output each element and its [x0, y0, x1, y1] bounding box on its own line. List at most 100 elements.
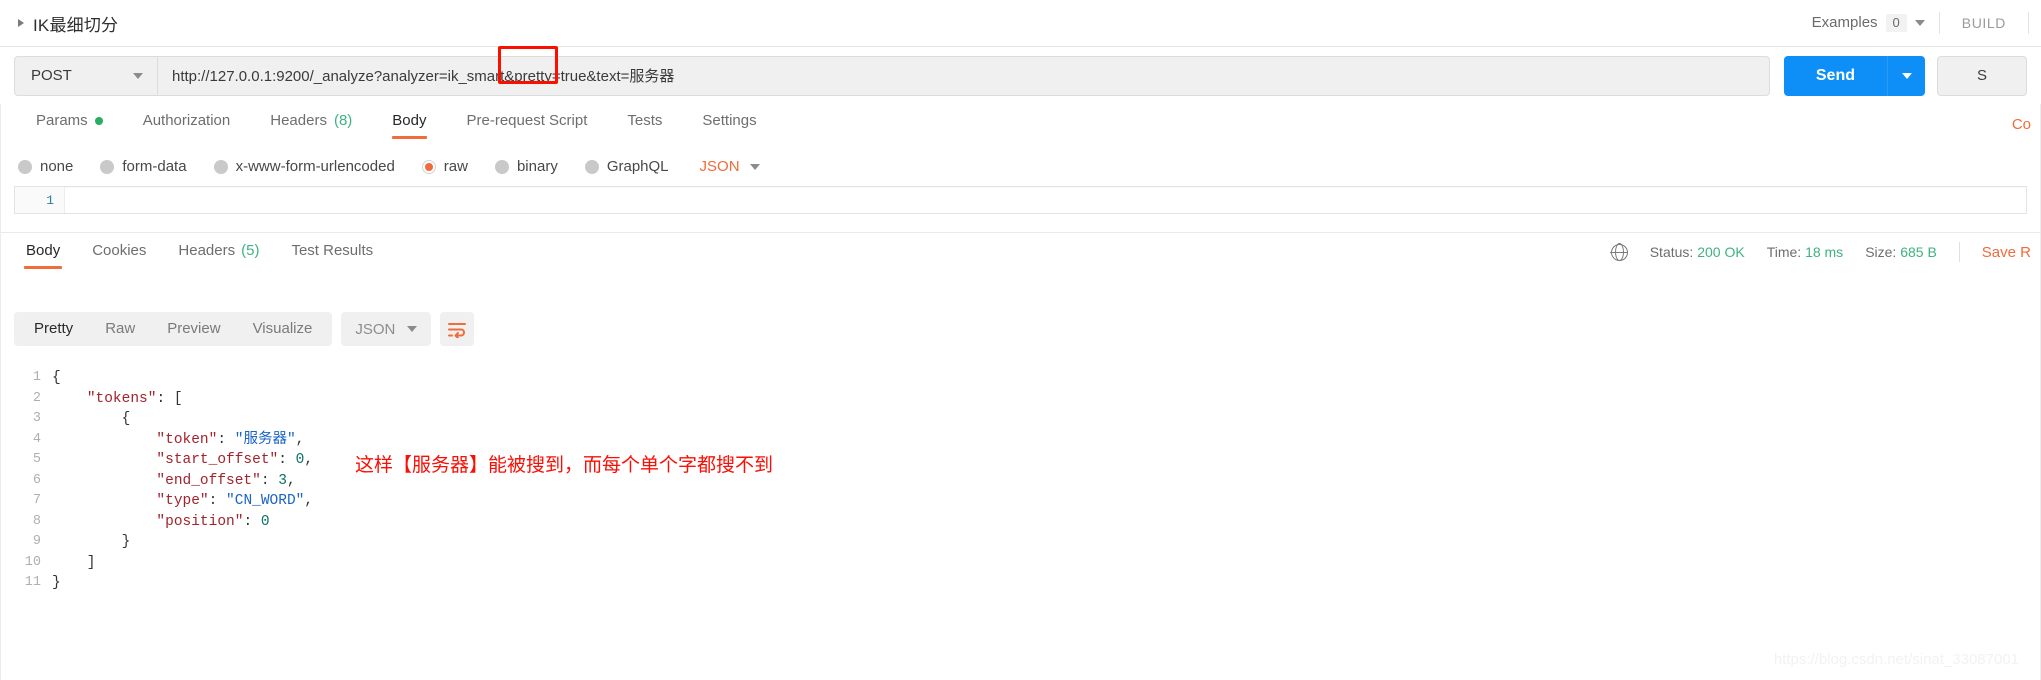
view-raw[interactable]: Raw	[89, 312, 151, 346]
save-button[interactable]: S	[1937, 55, 2027, 96]
meta-divider	[1958, 242, 1960, 262]
request-tabs: Params Authorization Headers (8) Body Pr…	[0, 104, 2041, 147]
response-tab-headers-count: (5)	[241, 242, 260, 259]
code-token: ,	[286, 472, 296, 489]
response-tab-test-results[interactable]: Test Results	[275, 233, 389, 271]
code-line-number: 2	[32, 390, 41, 406]
tab-headers[interactable]: Headers (8)	[250, 104, 372, 142]
code-line: 1{	[0, 368, 2041, 389]
chevron-down-icon[interactable]	[407, 326, 418, 332]
body-type-x-www-form-urlencoded[interactable]: x-www-form-urlencoded	[213, 158, 395, 175]
request-body-editor[interactable]: 1	[14, 186, 2027, 214]
code-line-number: 10	[24, 554, 41, 570]
code-line: 4 "token": "服务器",	[0, 430, 2041, 451]
code-token: "position"	[156, 513, 244, 530]
size-badge: Size: 685 B	[1865, 244, 1937, 260]
code-token: "CN_WORD"	[226, 493, 305, 509]
body-format-value: JSON	[699, 158, 740, 175]
response-body-code[interactable]: 1{2 "tokens": [3 {4 "token": "服务器", 5 "st…	[0, 368, 2041, 594]
response-tab-cookies[interactable]: Cookies	[76, 233, 162, 271]
send-button[interactable]: Send	[1783, 55, 1887, 96]
view-pretty[interactable]: Pretty	[18, 312, 89, 346]
body-type-raw[interactable]: raw	[421, 158, 468, 175]
body-type-graphql-label: GraphQL	[606, 158, 669, 175]
tab-authorization[interactable]: Authorization	[123, 104, 251, 142]
response-meta: Status: 200 OK Time: 18 ms Size: 685 B S…	[1610, 233, 2041, 262]
request-header-actions: Examples 0 BUILD	[1798, 12, 2041, 34]
response-tab-test-results-label: Test Results	[291, 242, 374, 259]
body-type-none[interactable]: none	[18, 158, 73, 175]
code-token: :	[278, 452, 296, 468]
code-line-text: ]	[52, 553, 96, 574]
url-input[interactable]: http://127.0.0.1:9200/_analyze?analyzer=…	[157, 55, 1770, 96]
body-type-binary-label: binary	[516, 158, 558, 175]
examples-dropdown[interactable]: Examples 0	[1798, 13, 1939, 33]
body-type-form-data[interactable]: form-data	[100, 158, 187, 175]
code-line: 9 }	[0, 532, 2041, 553]
chevron-down-icon	[1901, 72, 1912, 79]
code-token: {	[52, 370, 61, 386]
tab-headers-label: Headers	[270, 112, 327, 129]
view-visualize[interactable]: Visualize	[237, 312, 329, 346]
response-format-dropdown[interactable]: JSON	[341, 312, 432, 346]
code-token: }	[52, 575, 61, 591]
caret-right-icon[interactable]	[18, 19, 24, 27]
code-line: 11}	[0, 573, 2041, 594]
tab-body-label: Body	[392, 112, 427, 129]
request-name-bar: IK最细切分 Examples 0 BUILD	[0, 0, 2041, 47]
tab-settings[interactable]: Settings	[682, 104, 776, 142]
code-line: 5 "start_offset": 0,	[0, 450, 2041, 471]
body-type-binary[interactable]: binary	[494, 158, 558, 175]
code-line-text: }	[52, 573, 61, 594]
text-wrap-toggle[interactable]	[440, 312, 475, 346]
chevron-down-icon[interactable]	[749, 163, 760, 170]
request-title-group[interactable]: IK最细切分	[0, 11, 118, 36]
tab-body[interactable]: Body	[372, 104, 446, 142]
status-value: 200 OK	[1697, 244, 1745, 260]
body-format-dropdown[interactable]: JSON	[700, 158, 760, 175]
code-line-text: "tokens": [	[52, 389, 183, 410]
code-line: 7 "type": "CN_WORD",	[0, 491, 2041, 512]
watermark: https://blog.csdn.net/sinat_33087001	[1773, 651, 2019, 668]
size-label: Size:	[1865, 244, 1897, 260]
code-token: ,	[295, 431, 305, 448]
body-type-form-data-label: form-data	[122, 158, 187, 175]
code-token: : [	[156, 390, 183, 407]
response-tab-headers-label: Headers	[178, 242, 236, 259]
view-preview[interactable]: Preview	[151, 312, 236, 346]
code-token: "tokens"	[86, 390, 157, 407]
response-tab-headers[interactable]: Headers (5)	[162, 233, 275, 271]
send-options-button[interactable]	[1887, 55, 1925, 96]
body-type-graphql[interactable]: GraphQL	[584, 158, 669, 175]
globe-icon[interactable]	[1610, 243, 1629, 261]
body-editor-content[interactable]	[65, 187, 2026, 213]
http-method-select[interactable]: POST	[14, 55, 157, 96]
code-link[interactable]: Co	[2012, 116, 2031, 133]
code-line: 3 {	[0, 409, 2041, 430]
response-tab-body-label: Body	[26, 242, 61, 259]
save-response-link[interactable]: Save R	[1982, 244, 2031, 261]
body-editor-gutter: 1	[15, 187, 65, 213]
response-tab-body[interactable]: Body	[10, 233, 76, 271]
code-token: ,	[304, 452, 314, 468]
url-input-value: http://127.0.0.1:9200/_analyze?analyzer=…	[172, 68, 675, 85]
code-token: "服务器"	[234, 431, 296, 448]
body-type-raw-label: raw	[443, 158, 468, 175]
build-button[interactable]: BUILD	[1940, 15, 2028, 31]
chevron-down-icon[interactable]	[133, 72, 143, 79]
response-tab-cookies-label: Cookies	[92, 242, 147, 259]
chevron-down-icon[interactable]	[1914, 19, 1925, 26]
tab-pre-request-script[interactable]: Pre-request Script	[447, 104, 608, 142]
code-line-text: "end_offset": 3,	[52, 471, 296, 492]
code-token: ,	[304, 493, 314, 509]
tab-pre-request-script-label: Pre-request Script	[466, 112, 588, 129]
code-line: 6 "end_offset": 3,	[0, 471, 2041, 492]
code-line-text: "type": "CN_WORD",	[52, 491, 313, 512]
status-label: Status:	[1649, 244, 1694, 260]
tab-params[interactable]: Params	[16, 104, 123, 142]
size-value: 685 B	[1900, 244, 1937, 260]
tab-tests[interactable]: Tests	[607, 104, 682, 142]
